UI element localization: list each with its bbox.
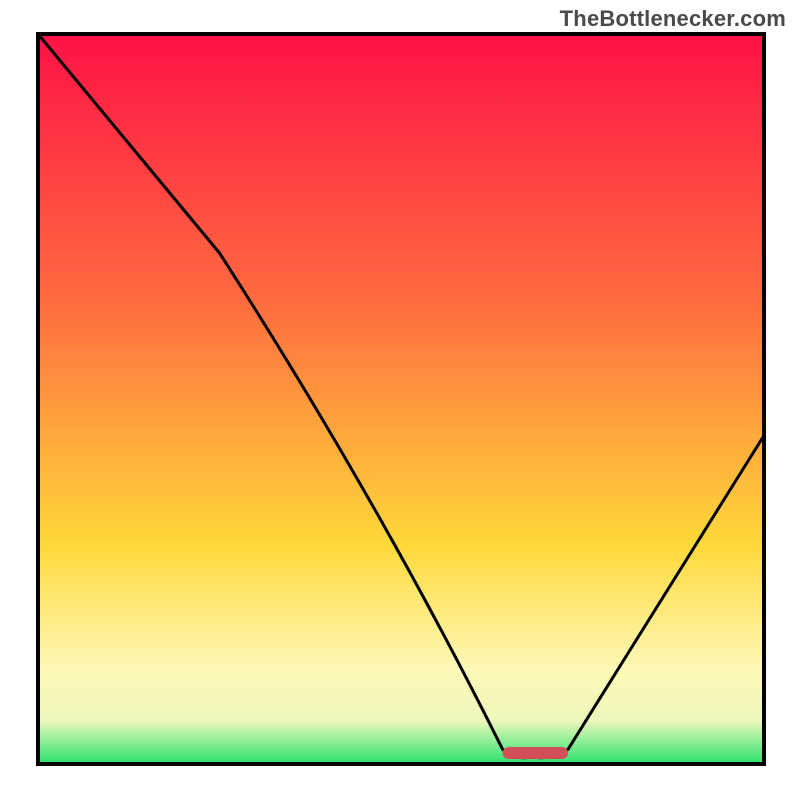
bottleneck-chart: TheBottlenecker.com	[0, 0, 800, 800]
plot-area	[38, 34, 764, 764]
gradient-background	[38, 34, 764, 764]
chart-svg	[0, 0, 800, 800]
optimal-range-marker	[503, 747, 568, 759]
